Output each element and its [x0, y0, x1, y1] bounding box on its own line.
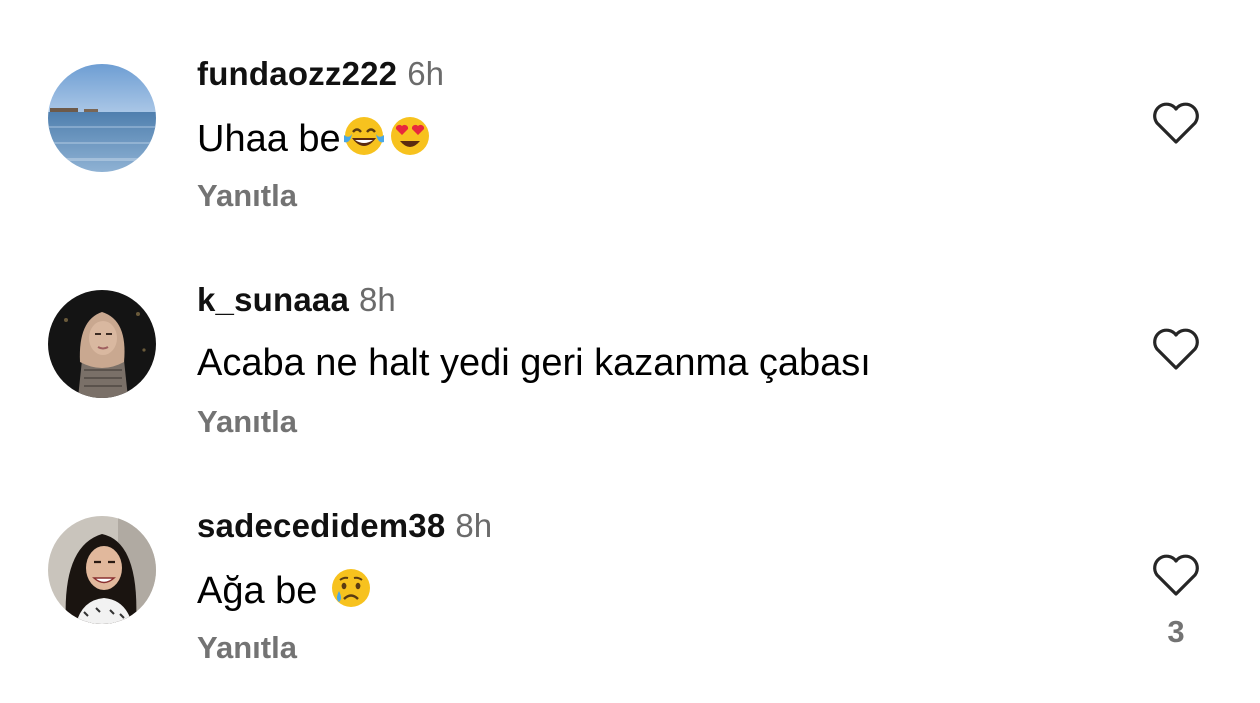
avatar-image-portrait [48, 516, 156, 624]
comment-item: sadecedidem38 8h Ağa be Yanıtla [0, 452, 1260, 665]
heart-icon[interactable] [1150, 100, 1202, 146]
reply-button[interactable]: Yanıtla [197, 629, 297, 667]
avatar-image-sea [48, 64, 156, 172]
comment-header: sadecedidem38 8h [197, 506, 492, 546]
crying-face-icon [332, 569, 370, 607]
avatar[interactable] [48, 290, 156, 398]
comment-time: 8h [455, 507, 493, 544]
comment-header: fundaozz222 6h [197, 54, 444, 94]
username[interactable]: k_sunaaa [197, 281, 349, 318]
comment-text-content: Ağa be [197, 570, 328, 612]
comment-time: 6h [407, 55, 444, 92]
smiling-face-with-heart-eyes-icon [390, 117, 429, 155]
avatar[interactable] [48, 516, 156, 624]
comment-text: Ağa be [197, 565, 374, 615]
face-with-tears-of-joy-icon [343, 117, 384, 155]
username[interactable]: sadecedidem38 [197, 507, 445, 544]
like-count: 3 [1167, 614, 1185, 649]
comment-header: k_sunaaa 8h [197, 280, 396, 320]
comment-text: Uhaa be [197, 113, 433, 163]
comment-text: Acaba ne halt yedi geri kazanma çabası [197, 339, 871, 387]
avatar[interactable] [48, 64, 156, 172]
comment-text-content: Acaba ne halt yedi geri kazanma çabası [197, 342, 871, 384]
reply-button[interactable]: Yanıtla [197, 403, 297, 441]
comment-time: 8h [359, 281, 396, 318]
username[interactable]: fundaozz222 [197, 55, 397, 92]
avatar-image-portrait [48, 290, 156, 398]
heart-icon[interactable] [1150, 326, 1202, 372]
comment-item: fundaozz222 6h Uhaa be Yanıtla [0, 0, 1260, 213]
reply-button[interactable]: Yanıtla [197, 177, 297, 215]
heart-icon[interactable] [1150, 552, 1202, 598]
comment-text-content: Uhaa be [197, 118, 341, 160]
comment-item: k_sunaaa 8h Acaba ne halt yedi geri kazan… [0, 226, 1260, 439]
